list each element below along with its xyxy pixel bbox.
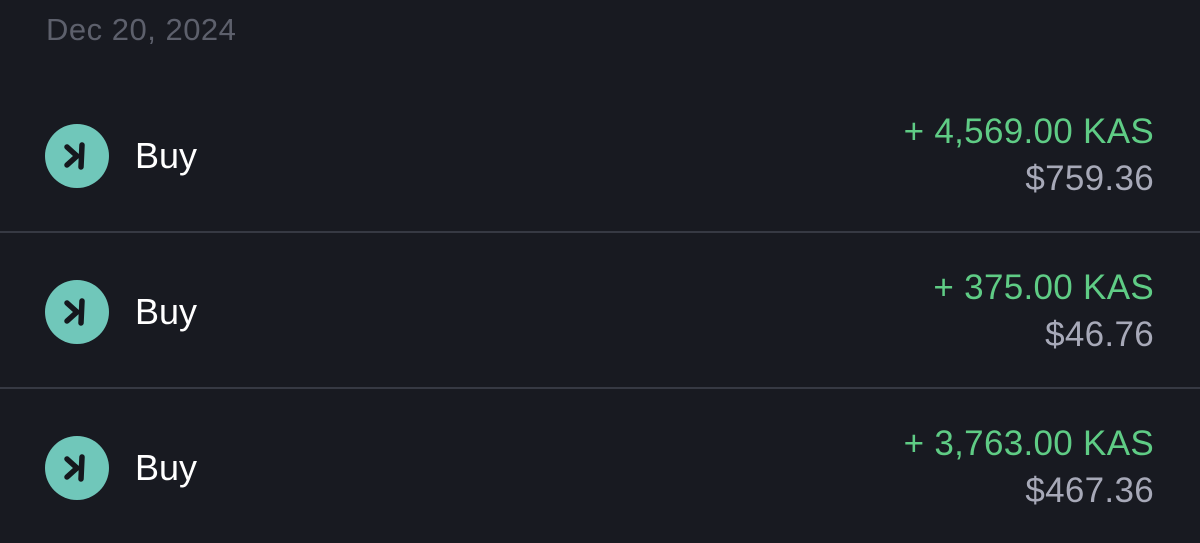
transaction-row[interactable]: Buy + 3,763.00 KAS $467.36 — [0, 389, 1200, 543]
transaction-history-screen: Dec 20, 2024 Buy + 4,569.00 KAS $759.36 — [0, 0, 1200, 543]
kaspa-icon — [45, 436, 109, 500]
transaction-type: Buy — [135, 291, 198, 332]
transaction-row[interactable]: Buy + 4,569.00 KAS $759.36 — [0, 77, 1200, 233]
transaction-amount: + 375.00 KAS — [933, 268, 1154, 307]
date-header: Dec 20, 2024 — [46, 12, 237, 47]
transaction-type: Buy — [135, 135, 198, 176]
transaction-amount: + 4,569.00 KAS — [903, 112, 1154, 151]
transaction-fiat-value: $759.36 — [1025, 159, 1154, 198]
transaction-amount: + 3,763.00 KAS — [903, 424, 1154, 463]
transaction-list: Buy + 4,569.00 KAS $759.36 Buy + 375.00 … — [0, 77, 1200, 543]
kaspa-icon — [45, 124, 109, 188]
transaction-fiat-value: $46.76 — [1045, 315, 1154, 354]
transaction-row[interactable]: Buy + 375.00 KAS $46.76 — [0, 233, 1200, 389]
transaction-fiat-value: $467.36 — [1025, 471, 1154, 510]
kaspa-icon — [45, 280, 109, 344]
transaction-type: Buy — [135, 447, 198, 488]
